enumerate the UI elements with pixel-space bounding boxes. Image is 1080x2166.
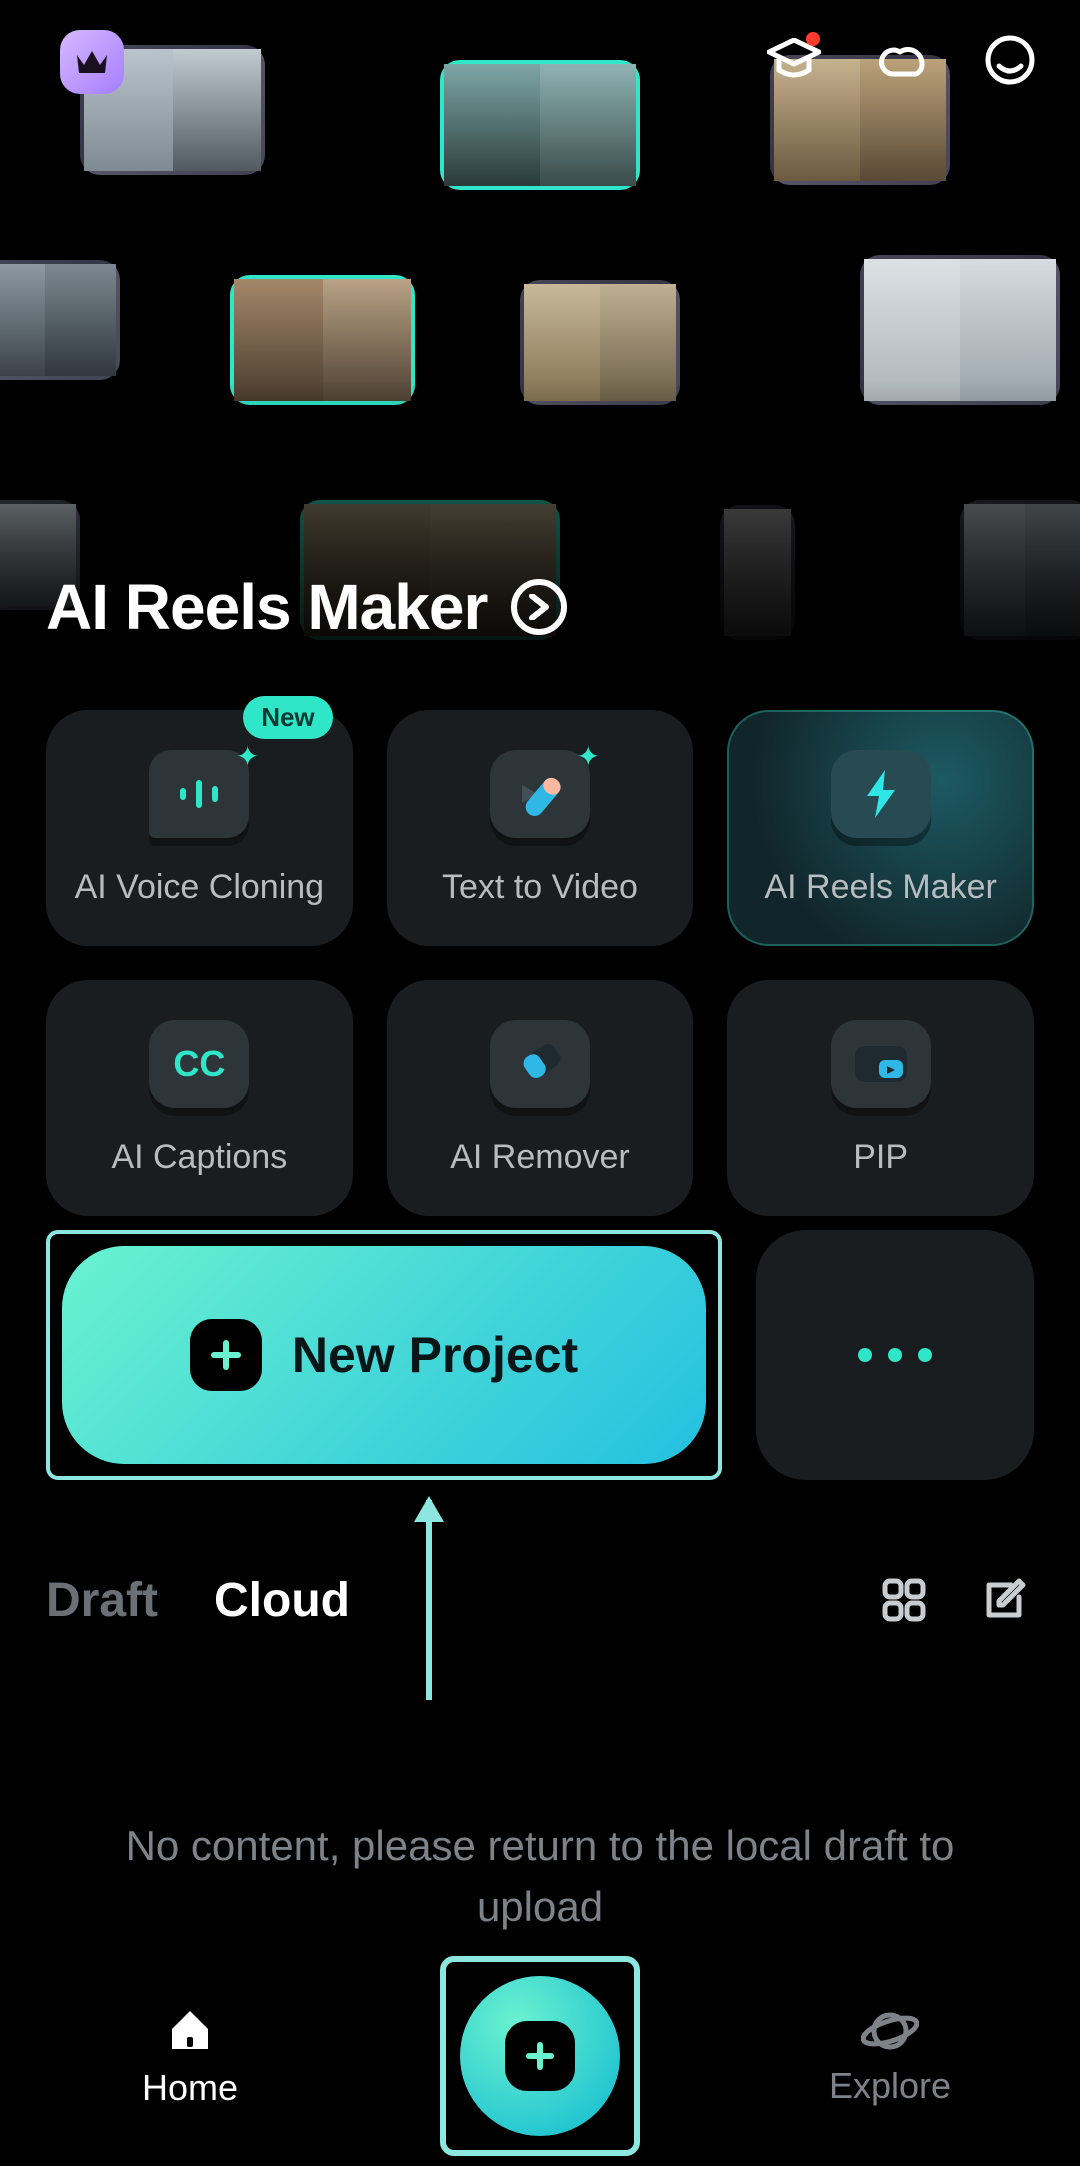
nav-label: Home	[142, 2067, 238, 2109]
top-toolbar	[764, 30, 1040, 90]
feature-grid: New ✦ AI Voice Cloning ✦ Text to Video A…	[46, 710, 1034, 1216]
grid-view-icon[interactable]	[874, 1570, 934, 1630]
planet-icon	[861, 2005, 919, 2053]
new-project-label: New Project	[292, 1326, 578, 1384]
gallery-thumb[interactable]	[960, 500, 1080, 640]
plus-icon	[505, 2021, 575, 2091]
feature-label: AI Reels Maker	[764, 868, 996, 907]
hero-section[interactable]: AI Reels Maker	[46, 570, 567, 644]
feature-label: AI Captions	[111, 1138, 287, 1177]
feature-ai-remover[interactable]: AI Remover	[387, 980, 694, 1216]
academy-icon[interactable]	[764, 30, 824, 90]
sparkle-icon: ✦	[577, 740, 600, 773]
gallery-thumb[interactable]	[860, 255, 1060, 405]
fab-create-button[interactable]	[460, 1976, 620, 2136]
nav-home[interactable]: Home	[60, 2003, 320, 2109]
more-button[interactable]	[756, 1230, 1034, 1480]
new-project-row: New Project	[46, 1230, 1034, 1480]
bottom-nav: Home Explore	[0, 1946, 1080, 2166]
premium-button[interactable]	[60, 30, 124, 94]
waveform-icon: ✦	[149, 750, 249, 838]
sparkle-icon: ✦	[236, 740, 259, 773]
fab-highlight	[440, 1956, 640, 2156]
gallery-thumb[interactable]	[720, 505, 795, 640]
captions-icon-text: CC	[173, 1043, 225, 1085]
feature-label: PIP	[853, 1138, 908, 1177]
new-project-highlight: New Project	[46, 1230, 722, 1480]
new-project-button[interactable]: New Project	[62, 1246, 706, 1464]
dot-icon	[888, 1348, 902, 1362]
feature-voice-cloning[interactable]: New ✦ AI Voice Cloning	[46, 710, 353, 946]
notification-dot	[806, 32, 820, 46]
feature-label: Text to Video	[442, 868, 638, 907]
feature-pip[interactable]: PIP	[727, 980, 1034, 1216]
edit-icon[interactable]	[974, 1570, 1034, 1630]
gallery-thumb-selected[interactable]	[440, 60, 640, 190]
cloud-icon[interactable]	[872, 30, 932, 90]
pip-icon	[831, 1020, 931, 1108]
tab-cloud[interactable]: Cloud	[214, 1573, 350, 1628]
nav-explore[interactable]: Explore	[760, 2005, 1020, 2107]
feature-label: AI Remover	[450, 1138, 630, 1177]
gallery-thumb-selected[interactable]	[230, 275, 415, 405]
plus-icon	[190, 1319, 262, 1391]
nav-label: Explore	[829, 2065, 951, 2107]
eraser-icon	[490, 1020, 590, 1108]
profile-icon[interactable]	[980, 30, 1040, 90]
project-tabs: Draft Cloud	[46, 1570, 1034, 1630]
dot-icon	[918, 1348, 932, 1362]
tab-draft[interactable]: Draft	[46, 1573, 158, 1628]
gallery-thumb[interactable]	[0, 260, 120, 380]
feature-ai-captions[interactable]: CC AI Captions	[46, 980, 353, 1216]
feature-text-to-video[interactable]: ✦ Text to Video	[387, 710, 694, 946]
captions-icon: CC	[149, 1020, 249, 1108]
home-icon	[164, 2003, 216, 2055]
hero-title: AI Reels Maker	[46, 570, 487, 644]
feature-label: AI Voice Cloning	[75, 868, 325, 907]
pencil-video-icon: ✦	[490, 750, 590, 838]
dot-icon	[858, 1348, 872, 1362]
empty-state-message: No content, please return to the local d…	[0, 1816, 1080, 1938]
gallery-thumb[interactable]	[520, 280, 680, 405]
chevron-right-icon	[511, 579, 567, 635]
feature-ai-reels[interactable]: AI Reels Maker	[727, 710, 1034, 946]
lightning-icon	[831, 750, 931, 838]
new-badge: New	[243, 696, 332, 739]
